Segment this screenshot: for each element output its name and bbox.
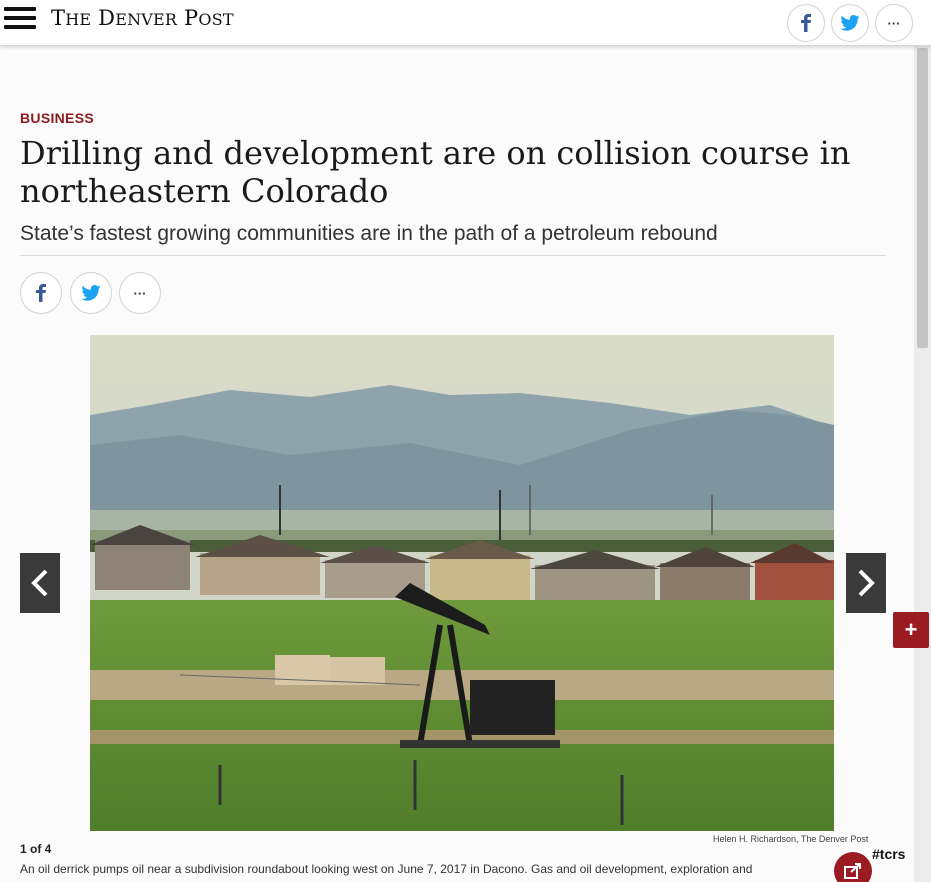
expand-plus-button[interactable]: + (893, 612, 929, 648)
site-logo[interactable]: THE DENVER POST (51, 6, 234, 30)
article-facebook-share-button[interactable] (20, 272, 62, 314)
article-more-share-button[interactable]: ··· (119, 272, 161, 314)
facebook-share-button[interactable] (787, 4, 825, 42)
gallery-counter: 1 of 4 (20, 842, 52, 856)
tcrs-widget-button[interactable] (834, 852, 872, 882)
more-icon: ··· (887, 15, 901, 31)
hamburger-menu-icon[interactable] (4, 7, 36, 33)
oil-derrick-photo (90, 335, 834, 831)
photo-caption: An oil derrick pumps oil near a subdivis… (20, 862, 753, 876)
gallery-previous-button[interactable] (20, 553, 60, 613)
top-navigation-bar: THE DENVER POST ··· (0, 0, 931, 46)
chevron-left-icon (31, 569, 48, 597)
share-window-icon (844, 863, 861, 879)
photo-credit: Helen H. Richardson, The Denver Post (713, 834, 869, 844)
more-share-button[interactable]: ··· (875, 4, 913, 42)
logo-text: T (51, 6, 66, 30)
logo-text: D (91, 6, 116, 30)
logo-text: HE (65, 10, 92, 29)
logo-text: ENVER (115, 10, 178, 29)
more-icon: ··· (133, 285, 147, 301)
gallery-next-button[interactable] (846, 553, 886, 613)
facebook-icon (801, 14, 811, 32)
scrollbar[interactable] (914, 46, 931, 882)
scrollbar-thumb[interactable] (917, 48, 928, 348)
facebook-icon (36, 284, 46, 302)
article-category[interactable]: BUSINESS (20, 110, 94, 126)
article-subheadline: State’s fastest growing communities are … (20, 222, 718, 245)
tcrs-label[interactable]: #tcrs (872, 846, 905, 862)
article-twitter-share-button[interactable] (70, 272, 112, 314)
gallery-photo[interactable] (90, 335, 834, 831)
logo-text: OST (198, 10, 234, 29)
divider (20, 255, 886, 256)
twitter-icon (81, 285, 101, 301)
article-headline: Drilling and development are on collisio… (20, 134, 851, 210)
twitter-share-button[interactable] (831, 4, 869, 42)
chevron-right-icon (858, 569, 875, 597)
logo-text: P (177, 6, 199, 30)
twitter-icon (840, 15, 860, 31)
